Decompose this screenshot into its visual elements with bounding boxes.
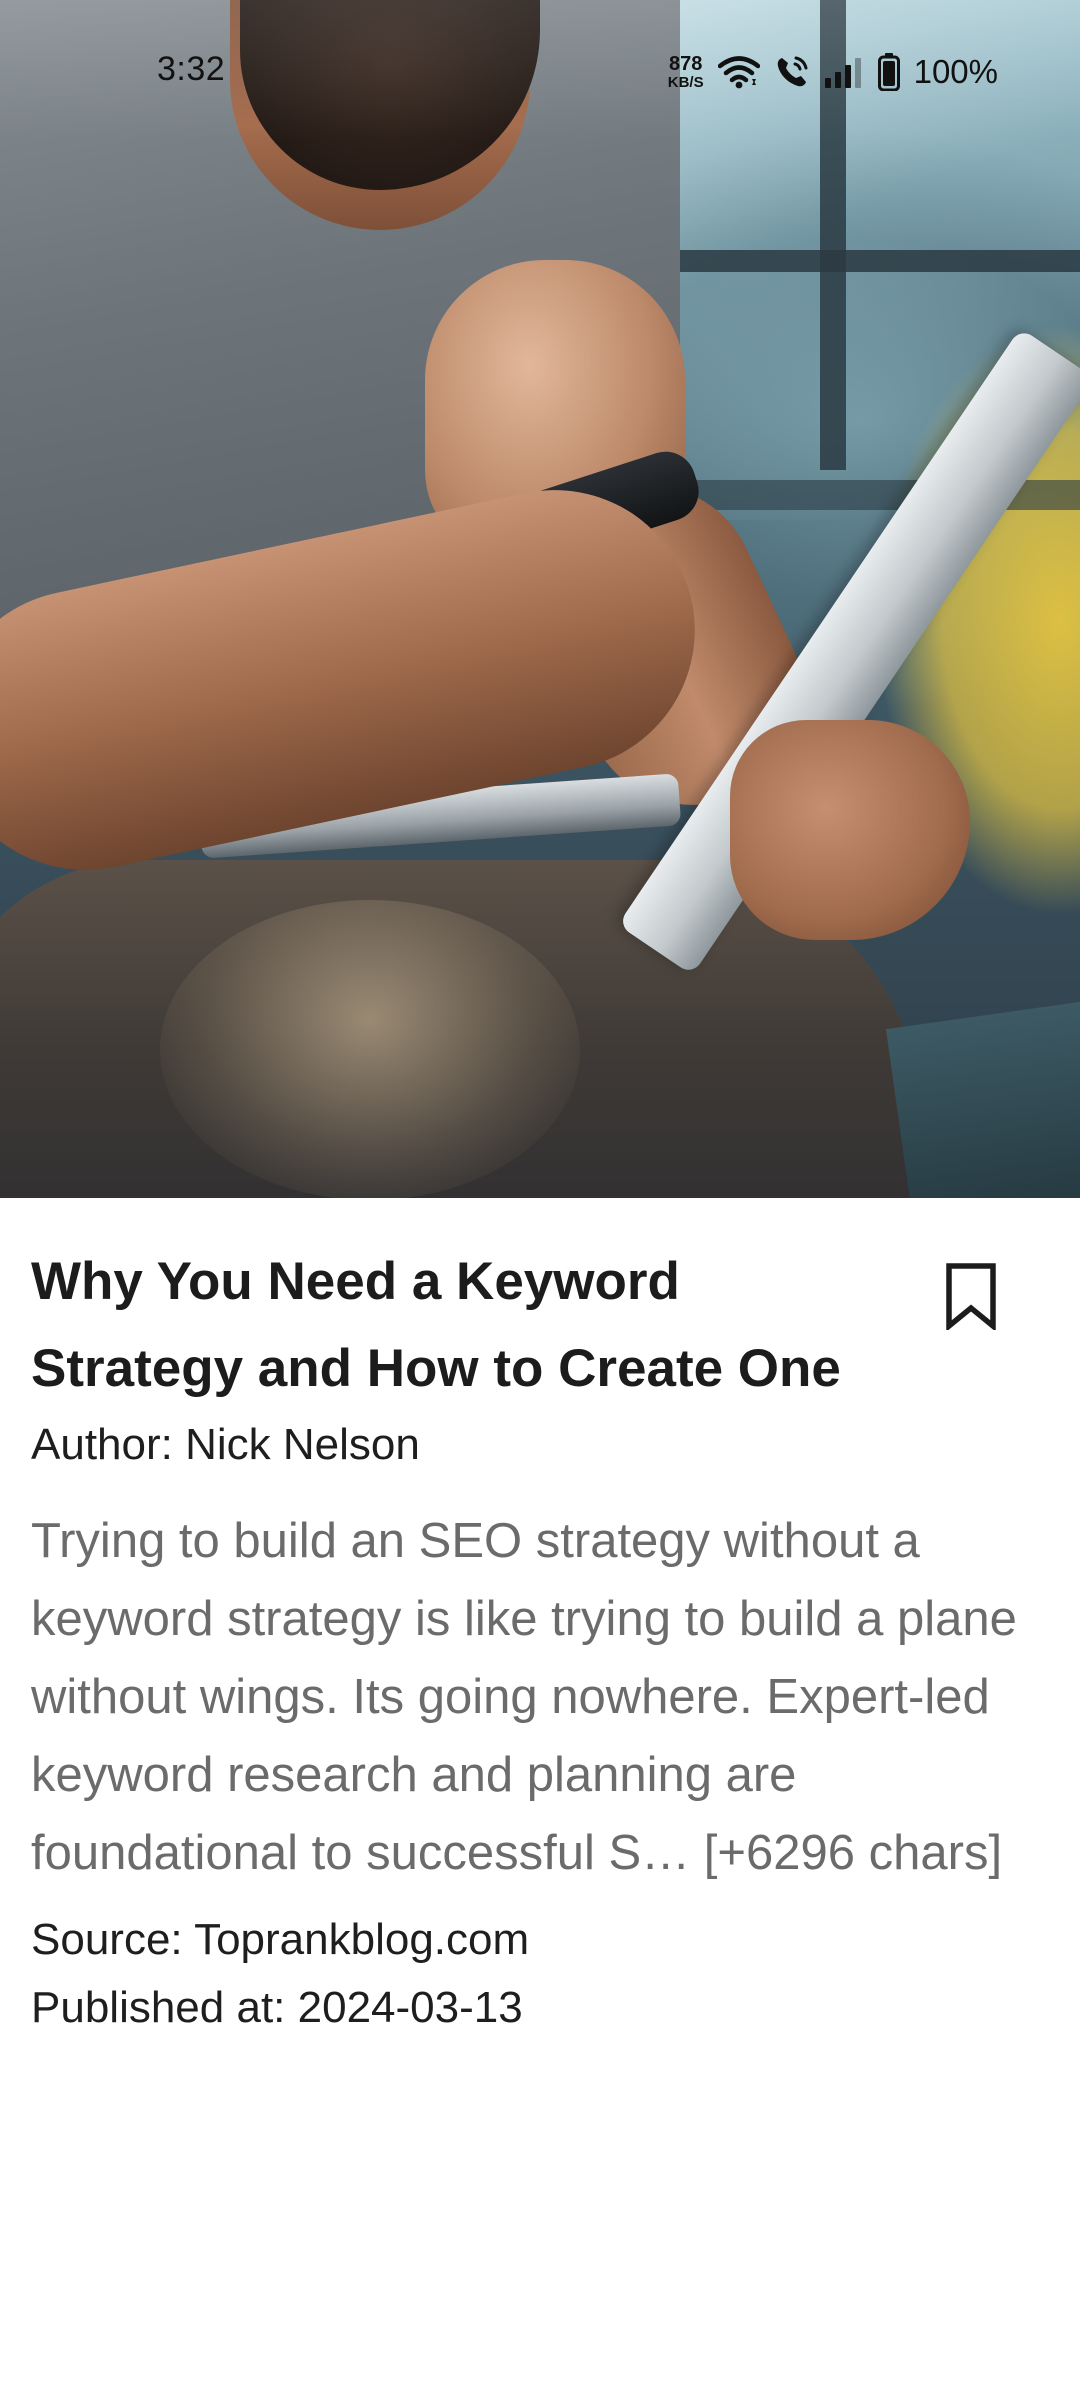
- call-icon: [774, 54, 810, 90]
- article-card[interactable]: Why You Need a Keyword Strategy and How …: [0, 1198, 1080, 2042]
- network-speed-value: 878: [668, 53, 703, 75]
- battery-percent: 100%: [913, 53, 998, 90]
- status-icons: 878 KB/S 100%: [668, 50, 998, 94]
- bookmark-icon: [946, 1263, 996, 1330]
- battery-icon: [877, 53, 900, 91]
- app-screen: 3:32 878 KB/S 100% Why You Need a Keywor…: [0, 0, 1080, 2400]
- bookmark-button[interactable]: [946, 1260, 1080, 1380]
- hero-table: [885, 992, 1080, 1198]
- article-title-row: Why You Need a Keyword Strategy and How …: [0, 1198, 1080, 1412]
- article-description: Trying to build an SEO strategy without …: [31, 1514, 1017, 1880]
- article-hero-image: [0, 0, 1080, 1198]
- hero-hand: [730, 720, 970, 940]
- article-title: Why You Need a Keyword Strategy and How …: [31, 1252, 841, 1398]
- status-bar: 3:32 878 KB/S 100%: [0, 0, 1080, 140]
- network-speed: 878 KB/S: [668, 54, 704, 90]
- article-published-date: Published at: 2024-03-13: [31, 1983, 523, 2032]
- status-time: 3:32: [157, 50, 226, 88]
- article-source: Source: Toprankblog.com: [31, 1915, 530, 1964]
- network-speed-unit: KB/S: [667, 74, 704, 91]
- article-author: Author: Nick Nelson: [31, 1420, 420, 1469]
- wifi-icon: [717, 55, 760, 89]
- signal-icon: [824, 56, 864, 88]
- hero-pants-highlight: [160, 900, 580, 1198]
